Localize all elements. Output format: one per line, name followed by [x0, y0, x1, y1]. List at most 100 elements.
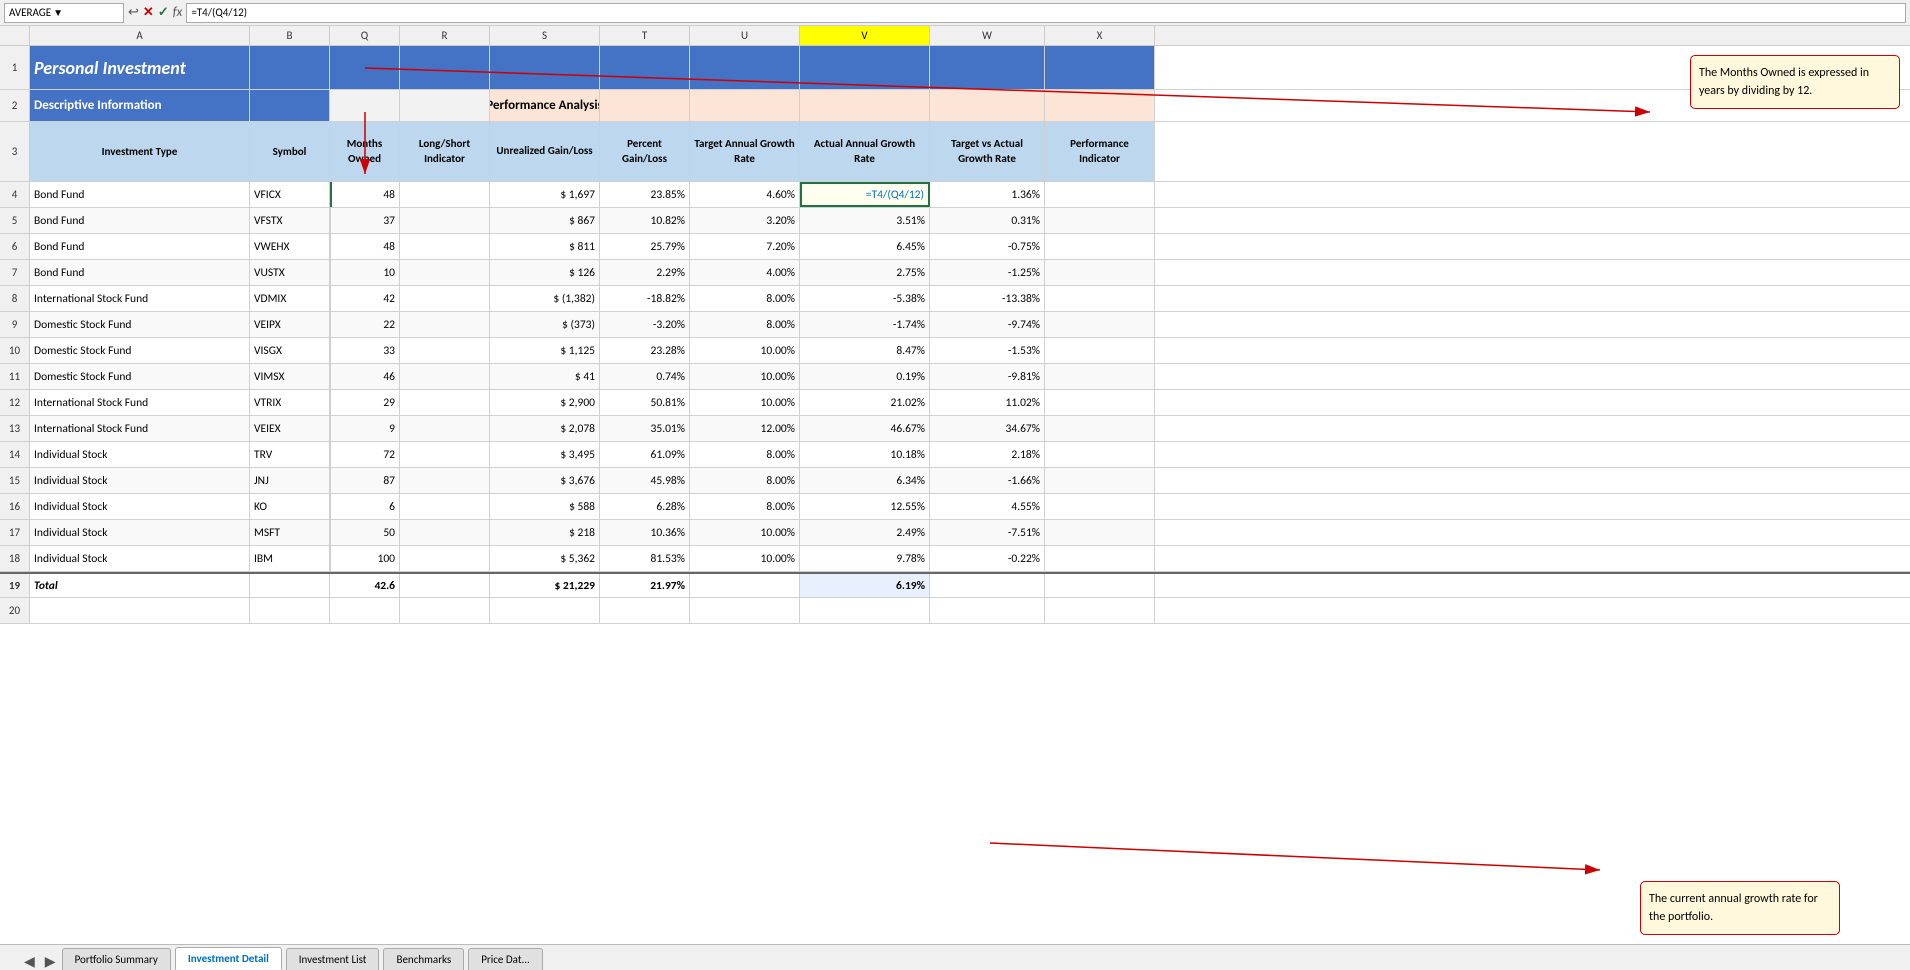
cell-s20[interactable]: [490, 598, 600, 623]
cell-w19[interactable]: [930, 574, 1045, 597]
cell-r5[interactable]: [400, 208, 490, 233]
cell-w4[interactable]: 1.36%: [930, 182, 1045, 207]
cell-t11[interactable]: 0.74%: [600, 364, 690, 389]
cell-t9[interactable]: -3.20%: [600, 312, 690, 337]
cell-s16[interactable]: $ 588: [490, 494, 600, 519]
cell-q16[interactable]: 6: [330, 494, 400, 519]
insert-function-icon[interactable]: fx: [173, 5, 183, 20]
cell-s2[interactable]: Performance Analysis: [490, 90, 600, 121]
cell-t14[interactable]: 61.09%: [600, 442, 690, 467]
cell-a11[interactable]: Domestic Stock Fund: [30, 364, 250, 389]
col-header-a[interactable]: A: [30, 26, 250, 45]
cell-s11[interactable]: $ 41: [490, 364, 600, 389]
cell-u7[interactable]: 4.00%: [690, 260, 800, 285]
cell-b9[interactable]: VEIPX: [250, 312, 330, 337]
cell-t20[interactable]: [600, 598, 690, 623]
cell-a15[interactable]: Individual Stock: [30, 468, 250, 493]
cell-u5[interactable]: 3.20%: [690, 208, 800, 233]
cell-r14[interactable]: [400, 442, 490, 467]
cell-u15[interactable]: 8.00%: [690, 468, 800, 493]
cell-v18[interactable]: 9.78%: [800, 546, 930, 571]
col-header-w[interactable]: W: [930, 26, 1045, 45]
cell-r15[interactable]: [400, 468, 490, 493]
cell-w10[interactable]: -1.53%: [930, 338, 1045, 363]
cell-t2[interactable]: [600, 90, 690, 121]
cell-x20[interactable]: [1045, 598, 1155, 623]
cell-t13[interactable]: 35.01%: [600, 416, 690, 441]
cell-u19[interactable]: [690, 574, 800, 597]
cell-x16[interactable]: [1045, 494, 1155, 519]
cell-v1[interactable]: [800, 46, 930, 89]
cell-a5[interactable]: Bond Fund: [30, 208, 250, 233]
cell-q10[interactable]: 33: [330, 338, 400, 363]
cell-v11[interactable]: 0.19%: [800, 364, 930, 389]
cell-t19[interactable]: 21.97%: [600, 574, 690, 597]
cell-r7[interactable]: [400, 260, 490, 285]
tab-investment-detail[interactable]: Investment Detail: [175, 947, 282, 970]
cell-a2[interactable]: Descriptive Information: [30, 90, 250, 121]
cell-b18[interactable]: IBM: [250, 546, 330, 571]
cell-w14[interactable]: 2.18%: [930, 442, 1045, 467]
cell-x12[interactable]: [1045, 390, 1155, 415]
cell-q8[interactable]: 42: [330, 286, 400, 311]
cell-u4[interactable]: 4.60%: [690, 182, 800, 207]
cell-x2[interactable]: [1045, 90, 1155, 121]
cell-t1[interactable]: [600, 46, 690, 89]
cell-v9[interactable]: -1.74%: [800, 312, 930, 337]
cell-q1[interactable]: [330, 46, 400, 89]
cell-q17[interactable]: 50: [330, 520, 400, 545]
cell-a13[interactable]: International Stock Fund: [30, 416, 250, 441]
cell-u3[interactable]: Target Annual Growth Rate: [690, 122, 800, 181]
cell-q4[interactable]: 48: [330, 182, 400, 207]
cell-a1[interactable]: Personal Investment: [30, 46, 250, 89]
col-header-x[interactable]: X: [1045, 26, 1155, 45]
cell-v12[interactable]: 21.02%: [800, 390, 930, 415]
cell-a9[interactable]: Domestic Stock Fund: [30, 312, 250, 337]
cell-r17[interactable]: [400, 520, 490, 545]
cell-r8[interactable]: [400, 286, 490, 311]
cell-x17[interactable]: [1045, 520, 1155, 545]
cell-r6[interactable]: [400, 234, 490, 259]
col-header-t[interactable]: T: [600, 26, 690, 45]
cell-q20[interactable]: [330, 598, 400, 623]
cell-q7[interactable]: 10: [330, 260, 400, 285]
cell-t5[interactable]: 10.82%: [600, 208, 690, 233]
cell-v2[interactable]: [800, 90, 930, 121]
cell-b12[interactable]: VTRIX: [250, 390, 330, 415]
cell-s17[interactable]: $ 218: [490, 520, 600, 545]
tab-prev[interactable]: ◀: [20, 953, 39, 970]
undo-icon[interactable]: ↩: [128, 5, 139, 20]
cell-r4[interactable]: [400, 182, 490, 207]
cell-x10[interactable]: [1045, 338, 1155, 363]
cell-u20[interactable]: [690, 598, 800, 623]
cell-q12[interactable]: 29: [330, 390, 400, 415]
cell-u18[interactable]: 10.00%: [690, 546, 800, 571]
cell-s15[interactable]: $ 3,676: [490, 468, 600, 493]
cell-u12[interactable]: 10.00%: [690, 390, 800, 415]
cell-s8[interactable]: $ (1,382): [490, 286, 600, 311]
cell-q19[interactable]: 42.6: [330, 574, 400, 597]
cell-b3[interactable]: Symbol: [250, 122, 330, 181]
cell-b10[interactable]: VISGX: [250, 338, 330, 363]
cell-u8[interactable]: 8.00%: [690, 286, 800, 311]
cell-u6[interactable]: 7.20%: [690, 234, 800, 259]
cell-w7[interactable]: -1.25%: [930, 260, 1045, 285]
cell-a19[interactable]: Total: [30, 574, 250, 597]
cell-a14[interactable]: Individual Stock: [30, 442, 250, 467]
cell-w3[interactable]: Target vs Actual Growth Rate: [930, 122, 1045, 181]
cell-q13[interactable]: 9: [330, 416, 400, 441]
cell-q14[interactable]: 72: [330, 442, 400, 467]
cell-x7[interactable]: [1045, 260, 1155, 285]
cell-r3[interactable]: Long/Short Indicator: [400, 122, 490, 181]
cell-x6[interactable]: [1045, 234, 1155, 259]
cell-q18[interactable]: 100: [330, 546, 400, 571]
col-header-b[interactable]: B: [250, 26, 330, 45]
cell-v17[interactable]: 2.49%: [800, 520, 930, 545]
cell-x9[interactable]: [1045, 312, 1155, 337]
cell-u16[interactable]: 8.00%: [690, 494, 800, 519]
cell-w8[interactable]: -13.38%: [930, 286, 1045, 311]
cell-s1[interactable]: [490, 46, 600, 89]
cell-s7[interactable]: $ 126: [490, 260, 600, 285]
col-header-v[interactable]: V: [800, 26, 930, 45]
cell-a17[interactable]: Individual Stock: [30, 520, 250, 545]
